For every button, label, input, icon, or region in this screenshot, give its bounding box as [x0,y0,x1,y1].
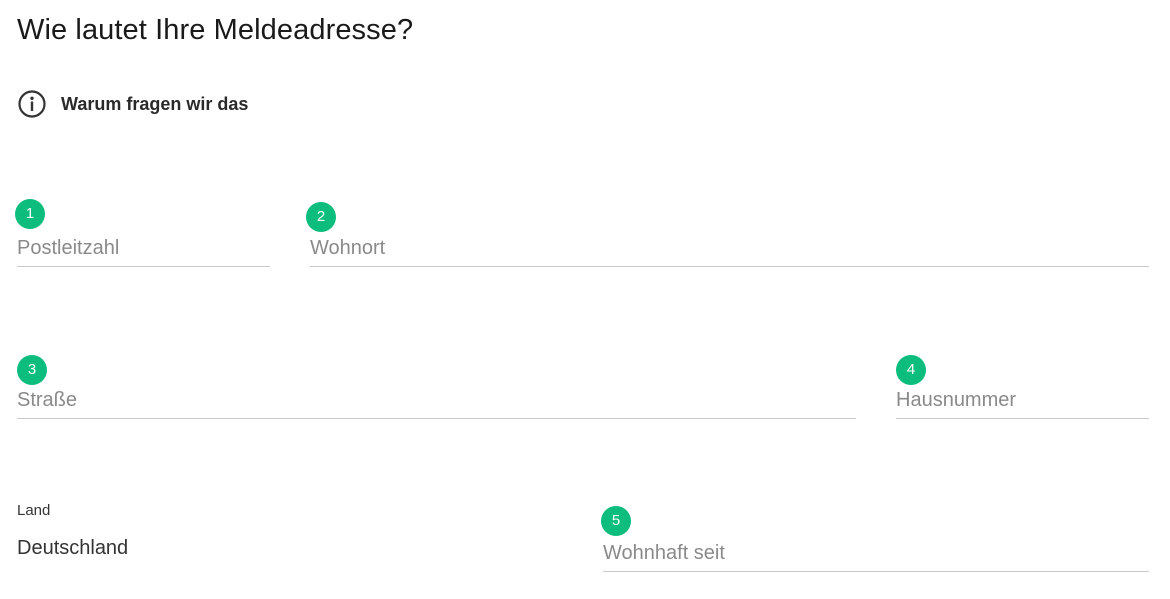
why-we-ask-label: Warum fragen wir das [61,93,249,114]
land-value: Deutschland [17,537,129,559]
strasse-placeholder: Straße [17,389,78,411]
marker-badge-5: 5 [601,506,631,536]
wohnort-placeholder: Wohnort [310,237,386,259]
wohnort-input[interactable]: Wohnort [310,228,1149,267]
page-title: Wie lautet Ihre Meldeadresse? [17,14,414,46]
postleitzahl-placeholder: Postleitzahl [17,237,120,259]
wohnhaft-seit-input[interactable]: Wohnhaft seit [603,533,1149,572]
postleitzahl-input[interactable]: Postleitzahl [17,228,270,267]
strasse-input[interactable]: Straße [17,380,856,419]
hausnummer-input[interactable]: Hausnummer [896,380,1149,419]
address-form-page: Wie lautet Ihre Meldeadresse? Warum frag… [0,0,1170,599]
why-we-ask-link[interactable]: Warum fragen wir das [17,89,248,119]
wohnhaft-seit-placeholder: Wohnhaft seit [603,542,725,564]
land-label: Land [17,502,51,519]
marker-badge-1: 1 [15,199,45,229]
hausnummer-placeholder: Hausnummer [896,389,1017,411]
info-icon [17,89,47,119]
